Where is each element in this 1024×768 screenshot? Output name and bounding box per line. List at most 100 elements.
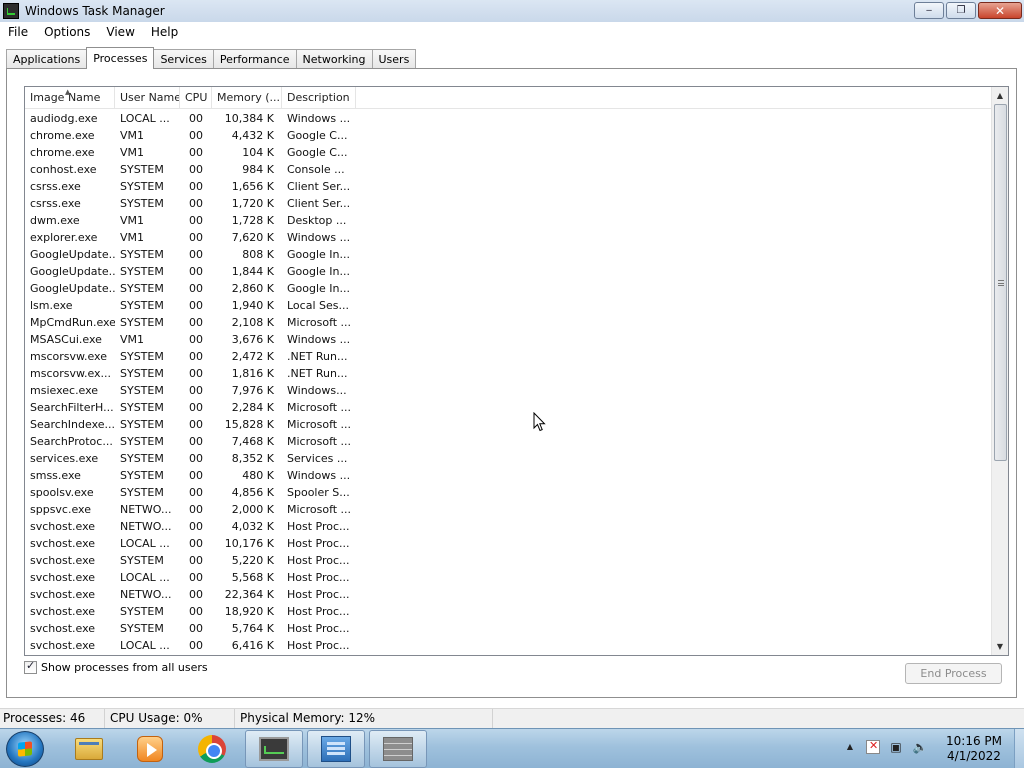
process-cpu: 00 <box>189 554 203 567</box>
table-row[interactable]: lsm.exe SYSTEM 00 1,940 K Local Ses... <box>25 297 991 314</box>
process-user-name: SYSTEM <box>120 180 164 193</box>
process-image-name: svchost.exe <box>30 520 96 533</box>
table-row[interactable]: mscorsvw.exe SYSTEM 00 2,472 K .NET Run... <box>25 348 991 365</box>
taskbar-firewall[interactable] <box>369 730 427 768</box>
process-memory: 7,620 K <box>231 231 274 244</box>
taskbar-media-player[interactable] <box>121 730 179 768</box>
table-row[interactable]: svchost.exe SYSTEM 00 5,220 K Host Proc... <box>25 552 991 569</box>
table-row[interactable]: svchost.exe LOCAL ... 00 10,176 K Host Proc.… <box>25 535 991 552</box>
process-image-name: MSASCui.exe <box>30 333 102 346</box>
menu-options[interactable]: Options <box>36 22 98 42</box>
table-row[interactable]: csrss.exe SYSTEM 00 1,720 K Client Ser... <box>25 195 991 212</box>
process-list[interactable]: ▲ Image Name User Name CPU Memory (... D… <box>24 86 1009 656</box>
table-row[interactable]: sppsvc.exe NETWO... 00 2,000 K Microsoft ... <box>25 501 991 518</box>
column-cpu[interactable]: CPU <box>180 87 212 109</box>
column-user-name[interactable]: User Name <box>115 87 180 109</box>
tab-performance[interactable]: Performance <box>212 49 297 69</box>
taskbar-clock[interactable]: 10:16 PM 4/1/2022 <box>935 734 1013 764</box>
table-row[interactable]: SearchFilterH... SYSTEM 00 2,284 K Microsoft… <box>25 399 991 416</box>
close-button[interactable]: ✕ <box>978 2 1022 19</box>
table-row[interactable]: svchost.exe NETWO... 00 4,032 K Host Proc... <box>25 518 991 535</box>
taskbar-task-manager[interactable] <box>245 730 303 768</box>
action-center-flag-icon[interactable] <box>866 739 880 754</box>
table-row[interactable]: services.exe SYSTEM 00 8,352 K Services ... <box>25 450 991 467</box>
table-row[interactable]: SearchProtoc... SYSTEM 00 7,468 K Microsoft … <box>25 433 991 450</box>
speaker-icon[interactable]: 🔈 <box>912 739 928 755</box>
show-all-users-label[interactable]: Show processes from all users <box>41 661 208 674</box>
process-memory: 10,384 K <box>224 112 274 125</box>
process-description: Windows... <box>287 384 347 397</box>
process-cpu: 00 <box>189 486 203 499</box>
table-row[interactable]: csrss.exe SYSTEM 00 1,656 K Client Ser... <box>25 178 991 195</box>
process-user-name: LOCAL ... <box>120 537 170 550</box>
process-user-name: SYSTEM <box>120 452 164 465</box>
taskbar-chrome[interactable] <box>183 730 241 768</box>
table-row[interactable]: GoogleUpdate... SYSTEM 00 1,844 K Google In.… <box>25 263 991 280</box>
table-row[interactable]: spoolsv.exe SYSTEM 00 4,856 K Spooler S... <box>25 484 991 501</box>
scrollbar-thumb[interactable] <box>994 104 1007 461</box>
process-image-name: SearchProtoc... <box>30 435 113 448</box>
show-all-users-checkbox[interactable] <box>24 659 37 674</box>
table-row[interactable]: MSASCui.exe VM1 00 3,676 K Windows ... <box>25 331 991 348</box>
task-manager-icon <box>259 737 289 761</box>
process-user-name: VM1 <box>120 129 145 142</box>
table-row[interactable]: dwm.exe VM1 00 1,728 K Desktop ... <box>25 212 991 229</box>
table-row[interactable]: chrome.exe VM1 00 104 K Google C... <box>25 144 991 161</box>
start-button[interactable] <box>6 731 44 767</box>
tab-processes[interactable]: Processes <box>86 47 155 69</box>
table-row[interactable]: msiexec.exe SYSTEM 00 7,976 K Windows... <box>25 382 991 399</box>
menu-help[interactable]: Help <box>143 22 186 42</box>
column-description[interactable]: Description <box>282 87 356 109</box>
tray-expand-icon[interactable]: ▲ <box>842 739 858 755</box>
table-row[interactable]: svchost.exe LOCAL ... 00 6,416 K Host Proc..… <box>25 637 991 654</box>
show-desktop-button[interactable] <box>1014 729 1024 768</box>
process-memory: 1,844 K <box>231 265 274 278</box>
tab-users[interactable]: Users <box>371 49 417 69</box>
process-cpu: 00 <box>189 571 203 584</box>
process-memory: 104 K <box>242 146 274 159</box>
menu-file[interactable]: File <box>0 22 36 42</box>
tab-strip: Applications Processes Services Performa… <box>6 47 417 69</box>
table-row[interactable]: conhost.exe SYSTEM 00 984 K Console ... <box>25 161 991 178</box>
table-row[interactable]: MpCmdRun.exe SYSTEM 00 2,108 K Microsoft ... <box>25 314 991 331</box>
tab-services[interactable]: Services <box>153 49 214 69</box>
scroll-down-arrow-icon[interactable]: ▼ <box>992 638 1008 655</box>
process-image-name: msiexec.exe <box>30 384 99 397</box>
table-row[interactable]: chrome.exe VM1 00 4,432 K Google C... <box>25 127 991 144</box>
table-row[interactable]: svchost.exe SYSTEM 00 5,764 K Host Proc... <box>25 620 991 637</box>
table-row[interactable]: smss.exe SYSTEM 00 480 K Windows ... <box>25 467 991 484</box>
taskbar-network[interactable] <box>307 730 365 768</box>
taskbar-explorer[interactable] <box>60 730 118 768</box>
table-row[interactable]: GoogleUpdate... SYSTEM 00 2,860 K Google In.… <box>25 280 991 297</box>
menu-view[interactable]: View <box>98 22 142 42</box>
restore-button[interactable]: ❐ <box>946 2 976 19</box>
list-header: ▲ Image Name User Name CPU Memory (... D… <box>25 87 991 109</box>
end-process-button[interactable]: End Process <box>905 663 1002 684</box>
network-tray-icon[interactable]: ▣ <box>888 739 904 755</box>
minimize-button[interactable]: ‒ <box>914 2 944 19</box>
column-memory[interactable]: Memory (... <box>212 87 282 109</box>
table-row[interactable]: explorer.exe VM1 00 7,620 K Windows ... <box>25 229 991 246</box>
scroll-up-arrow-icon[interactable]: ▲ <box>992 87 1008 104</box>
process-memory: 1,940 K <box>231 299 274 312</box>
process-cpu: 00 <box>189 350 203 363</box>
table-row[interactable]: GoogleUpdate... SYSTEM 00 808 K Google In... <box>25 246 991 263</box>
vertical-scrollbar[interactable]: ▲ ▼ <box>991 87 1008 655</box>
table-row[interactable]: svchost.exe NETWO... 00 22,364 K Host Proc..… <box>25 586 991 603</box>
column-image-name[interactable]: ▲ Image Name <box>25 87 115 109</box>
table-row[interactable]: audiodg.exe LOCAL ... 00 10,384 K Windows ..… <box>25 110 991 127</box>
process-cpu: 00 <box>189 316 203 329</box>
network-settings-icon <box>321 736 351 762</box>
process-memory: 5,764 K <box>231 622 274 635</box>
table-row[interactable]: svchost.exe LOCAL ... 00 5,568 K Host Proc..… <box>25 569 991 586</box>
tab-applications[interactable]: Applications <box>6 49 88 69</box>
table-row[interactable]: svchost.exe SYSTEM 00 18,920 K Host Proc... <box>25 603 991 620</box>
table-row[interactable]: mscorsvw.ex... SYSTEM 00 1,816 K .NET Run... <box>25 365 991 382</box>
process-user-name: NETWO... <box>120 588 172 601</box>
table-row[interactable]: SearchIndexe... SYSTEM 00 15,828 K Microsoft… <box>25 416 991 433</box>
sort-arrow-icon: ▲ <box>65 88 71 96</box>
process-cpu: 00 <box>189 605 203 618</box>
process-cpu: 00 <box>189 418 203 431</box>
show-all-users-option[interactable]: Show processes from all users <box>24 659 208 674</box>
tab-networking[interactable]: Networking <box>295 49 373 69</box>
